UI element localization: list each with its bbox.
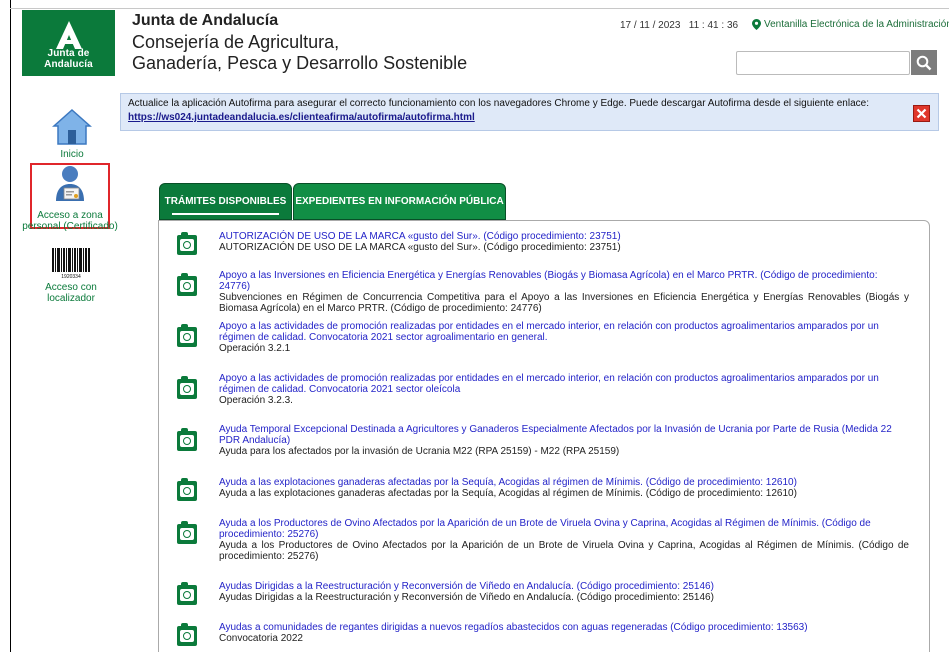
banner-close-button[interactable] [913, 105, 930, 122]
item-link[interactable]: Ayudas Dirigidas a la Reestructuración y… [219, 581, 909, 592]
sidebar-item-localizador[interactable]: 1920334 Acceso con localizador [36, 247, 106, 304]
search-button[interactable] [911, 50, 937, 75]
banner-text: Actualice la aplicación Autofirma para a… [128, 98, 869, 109]
autofirma-banner: Actualice la aplicación Autofirma para a… [120, 93, 939, 131]
item-description: Operación 3.2.3. [219, 395, 293, 406]
folder-icon[interactable] [177, 623, 197, 646]
acceso-line-2: personal (Certificado) [22, 221, 118, 232]
acceso-line-1: Acceso a zona [37, 210, 103, 221]
localizador-line-1: Acceso con [45, 282, 97, 293]
tab-expedientes-informacion-publica[interactable]: EXPEDIENTES EN INFORMACIÓN PÚBLICA [293, 183, 506, 220]
ventanilla-link[interactable]: Ventanilla Electrónica de la Administrac… [752, 19, 949, 30]
item-description: Ayuda para los afectados por la invasión… [219, 446, 620, 457]
logo-text: Junta de Andalucía [44, 48, 93, 70]
folder-icon[interactable] [177, 273, 197, 296]
item-description: Ayuda a los Productores de Ovino Afectad… [219, 540, 909, 562]
item-description: Operación 3.2.1 [219, 343, 291, 354]
ventanilla-label: Ventanilla Electrónica de la Administrac… [764, 19, 949, 30]
subtitle-line-2: Ganadería, Pesca y Desarrollo Sostenible [132, 53, 468, 73]
datetime: 17 / 11 / 2023 11 : 41 : 36 [620, 20, 738, 31]
search-icon [916, 55, 932, 70]
page-subtitle: Consejería de Agricultura, Ganadería, Pe… [132, 32, 552, 74]
location-pin-icon [752, 19, 761, 30]
sidebar-label-acceso: Acceso a zona personal (Certificado) [10, 210, 130, 232]
folder-icon[interactable] [177, 428, 197, 451]
localizador-line-2: localizador [47, 293, 95, 304]
subtitle-line-1: Consejería de Agricultura, [132, 32, 340, 52]
sidebar-label-inicio: Inicio [60, 149, 84, 160]
time-text: 11 : 41 : 36 [688, 20, 739, 31]
item-link[interactable]: AUTORIZACIÓN DE USO DE LA MARCA «gusto d… [219, 231, 909, 242]
date-text: 17 / 11 / 2023 [620, 20, 681, 31]
item-link[interactable]: Ayuda Temporal Excepcional Destinada a A… [219, 424, 909, 446]
home-icon [52, 108, 92, 145]
item-description: Subvenciones en Régimen de Concurrencia … [219, 292, 909, 314]
sidebar-item-inicio[interactable]: Inicio [42, 108, 102, 160]
folder-icon[interactable] [177, 232, 197, 255]
close-icon [916, 108, 927, 119]
folder-icon[interactable] [177, 324, 197, 347]
tramites-list-panel: AUTORIZACIÓN DE USO DE LA MARCA «gusto d… [158, 220, 930, 652]
item-description: Convocatoria 2022 [219, 633, 303, 644]
item-link[interactable]: Ayuda a las explotaciones ganaderas afec… [219, 477, 909, 488]
item-link[interactable]: Ayudas a comunidades de regantes dirigid… [219, 622, 909, 633]
item-link[interactable]: Apoyo a las actividades de promoción rea… [219, 321, 909, 343]
junta-logo[interactable]: Junta de Andalucía [22, 10, 115, 76]
folder-icon[interactable] [177, 521, 197, 544]
item-description: AUTORIZACIÓN DE USO DE LA MARCA «gusto d… [219, 242, 621, 253]
window-left-border [10, 0, 11, 652]
folder-icon[interactable] [177, 478, 197, 501]
tab-tramites-disponibles[interactable]: TRÁMITES DISPONIBLES [159, 183, 292, 220]
folder-icon[interactable] [177, 582, 197, 605]
autofirma-link[interactable]: https://ws024.juntadeandalucia.es/client… [128, 112, 475, 123]
user-certificate-icon [56, 166, 84, 201]
logo-a-icon [56, 21, 82, 49]
item-link[interactable]: Apoyo a las Inversiones en Eficiencia En… [219, 270, 909, 292]
search-input[interactable] [736, 51, 910, 75]
barcode-number: 1920334 [61, 274, 81, 279]
folder-icon[interactable] [177, 376, 197, 399]
item-description: Ayuda a las explotaciones ganaderas afec… [219, 488, 797, 499]
barcode-icon: 1920334 [51, 247, 91, 280]
item-link[interactable]: Ayuda a los Productores de Ovino Afectad… [219, 518, 909, 540]
page-title: Junta de Andalucía [132, 12, 279, 29]
item-link[interactable]: Apoyo a las actividades de promoción rea… [219, 373, 909, 395]
window-top-border [10, 8, 949, 9]
item-description: Ayudas Dirigidas a la Reestructuración y… [219, 592, 714, 603]
